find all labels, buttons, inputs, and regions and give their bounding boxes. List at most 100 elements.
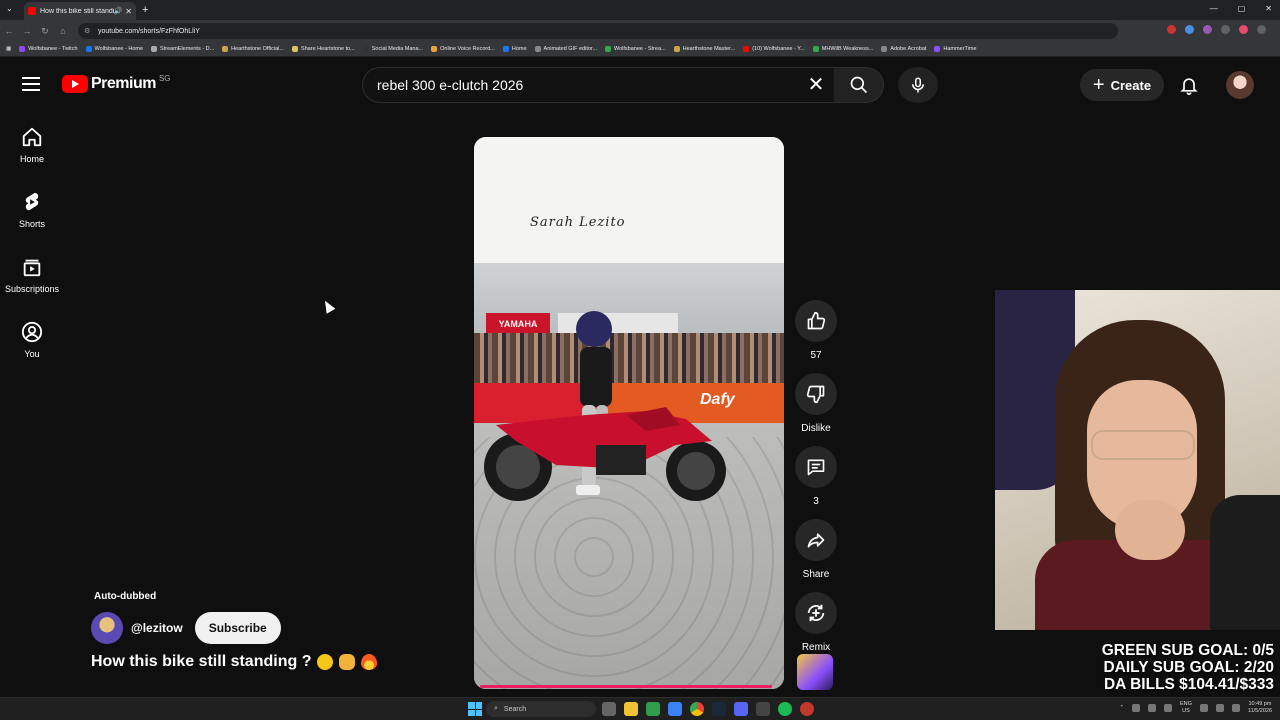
bookmark[interactable]: Home [502,46,527,52]
dislike-button[interactable] [795,373,837,415]
youtube-premium-logo[interactable]: Premium SG [62,74,171,93]
video-title[interactable]: How this bike still standing ? [91,653,311,671]
clock[interactable]: 10:49 pm 11/5/2026 [1248,701,1272,715]
extensions-row [1167,25,1266,34]
battery-icon[interactable] [1231,704,1240,712]
tray-icon[interactable] [1148,704,1157,712]
channel-handle[interactable]: @lezitow [131,621,183,635]
bookmark-favicon-icon [151,46,158,52]
bookmark[interactable]: Adobe Acrobat [881,46,926,52]
search-input[interactable]: rebel 300 e-clutch 2026 [362,67,840,103]
audio-icon[interactable]: 🔊 [114,7,123,15]
search-icon [850,76,867,94]
search-button[interactable] [834,67,884,103]
audio-channel-thumbnail[interactable] [797,654,833,690]
back-icon[interactable]: ← [0,26,18,36]
video-progress-bar[interactable] [480,685,772,688]
screen: ⌄ How this bike still standing 🔊 ✕ + — ▢… [0,0,1280,720]
reload-icon[interactable]: ↻ [36,26,54,37]
tray-icon[interactable] [1132,704,1141,712]
chrome-icon[interactable] [690,702,704,716]
bookmark[interactable]: (10) Wolfsbanee - Y... [743,46,805,52]
app-icon[interactable] [668,702,682,716]
thumbs-up-icon [807,311,826,330]
language-indicator[interactable]: ENG US [1180,701,1192,715]
sidebar-item-home[interactable]: Home [0,113,64,177]
flexed-biceps-icon [339,654,356,670]
profile-icon[interactable] [1239,25,1248,34]
puzzle-icon[interactable] [1221,25,1230,34]
subscribe-button[interactable]: Subscribe [194,612,281,644]
sidebar-item-subscriptions[interactable]: Subscriptions [0,243,64,307]
like-button[interactable] [795,300,837,342]
bookmark[interactable]: HammerTime [934,46,977,52]
comment-count: 3 [813,496,819,507]
file-explorer-icon[interactable] [624,702,638,716]
close-window-icon[interactable]: ✕ [1265,4,1272,13]
task-view-icon[interactable] [602,702,616,716]
windows-start-icon[interactable] [468,702,482,716]
bookmark[interactable]: Wolfsbanee - Twitch [19,46,78,52]
bookmark[interactable]: MHWilB Weakness... [812,46,873,52]
channel-avatar[interactable] [91,612,123,644]
extension-icon[interactable] [1203,25,1212,34]
browser-tabstrip: ⌄ How this bike still standing 🔊 ✕ + — ▢… [0,0,1280,20]
sidebar-item-label: You [24,349,40,359]
bookmark-favicon-icon [362,46,369,52]
browser-tab[interactable]: How this bike still standing 🔊 ✕ [24,2,136,20]
bookmark[interactable]: StreamElements - D... [151,46,214,52]
address-bar[interactable]: ⚙ youtube.com/shorts/FzFhfOhLliY [78,23,1118,39]
bookmark[interactable]: Share Heartstone to... [291,46,355,52]
menu-icon[interactable] [1257,25,1266,34]
extension-icon[interactable] [1185,25,1194,34]
bookmark[interactable]: Wolfsbanee - Strea... [605,46,666,52]
home-icon[interactable]: ⌂ [54,26,72,36]
bookmark[interactable]: Hearthstone Official... [222,46,284,52]
video-watermark: Sarah Lezito [530,215,626,230]
subscriptions-icon [23,259,41,277]
bookmark[interactable]: Online Voice Record... [431,46,495,52]
tray-icon[interactable] [1164,704,1173,712]
notifications-button[interactable] [1176,71,1202,99]
browser-toolbar: ← → ↻ ⌂ ⚙ youtube.com/shorts/FzFhfOhLliY [0,20,1280,42]
share-label: Share [802,569,830,580]
tab-search-icon[interactable]: ⌄ [6,4,13,13]
wifi-icon[interactable] [1199,704,1208,712]
bookmark[interactable]: Animated GIF editor... [534,46,597,52]
share-button[interactable] [795,519,837,561]
sidebar-item-label: Subscriptions [4,284,60,294]
taskbar-search[interactable]: ⌕ Search [486,701,596,717]
new-tab-button[interactable]: + [142,4,148,16]
shorts-video-player[interactable]: Sarah Lezito YAMAHA Dafy [474,137,784,689]
clear-search-icon[interactable]: ✕ [804,73,828,97]
create-button[interactable]: + Create [1080,69,1164,101]
spotify-icon[interactable] [778,702,792,716]
bookmark[interactable]: Hearthstone Master... [673,46,735,52]
menu-icon[interactable] [22,77,40,91]
site-info-icon[interactable]: ⚙ [84,27,92,35]
close-tab-icon[interactable]: ✕ [125,7,132,16]
app-icon[interactable] [646,702,660,716]
account-avatar[interactable] [1226,71,1254,99]
minimize-icon[interactable]: — [1210,4,1218,13]
bookmark[interactable]: Wolfsbanee - Home [85,46,143,52]
green-sub-goal: GREEN SUB GOAL: 0/5 [1101,642,1274,659]
sidebar-item-shorts[interactable]: Shorts [0,178,64,242]
app-icon[interactable] [800,702,814,716]
app-icon[interactable] [734,702,748,716]
forward-icon[interactable]: → [18,26,36,36]
url-text: youtube.com/shorts/FzFhfOhLliY [98,27,200,35]
steam-icon[interactable] [712,702,726,716]
maximize-icon[interactable]: ▢ [1238,4,1246,13]
remix-button[interactable] [795,592,837,634]
voice-search-button[interactable] [898,67,938,103]
apps-icon[interactable]: ▦ [6,46,11,52]
search-value: rebel 300 e-clutch 2026 [377,77,524,93]
comments-button[interactable] [795,446,837,488]
extension-icon[interactable] [1167,25,1176,34]
chevron-up-icon[interactable]: ⌃ [1119,705,1124,711]
sidebar-item-you[interactable]: You [0,308,64,372]
bookmark[interactable]: Social Media Mana... [362,46,423,52]
volume-icon[interactable] [1215,704,1224,712]
app-icon[interactable] [756,702,770,716]
